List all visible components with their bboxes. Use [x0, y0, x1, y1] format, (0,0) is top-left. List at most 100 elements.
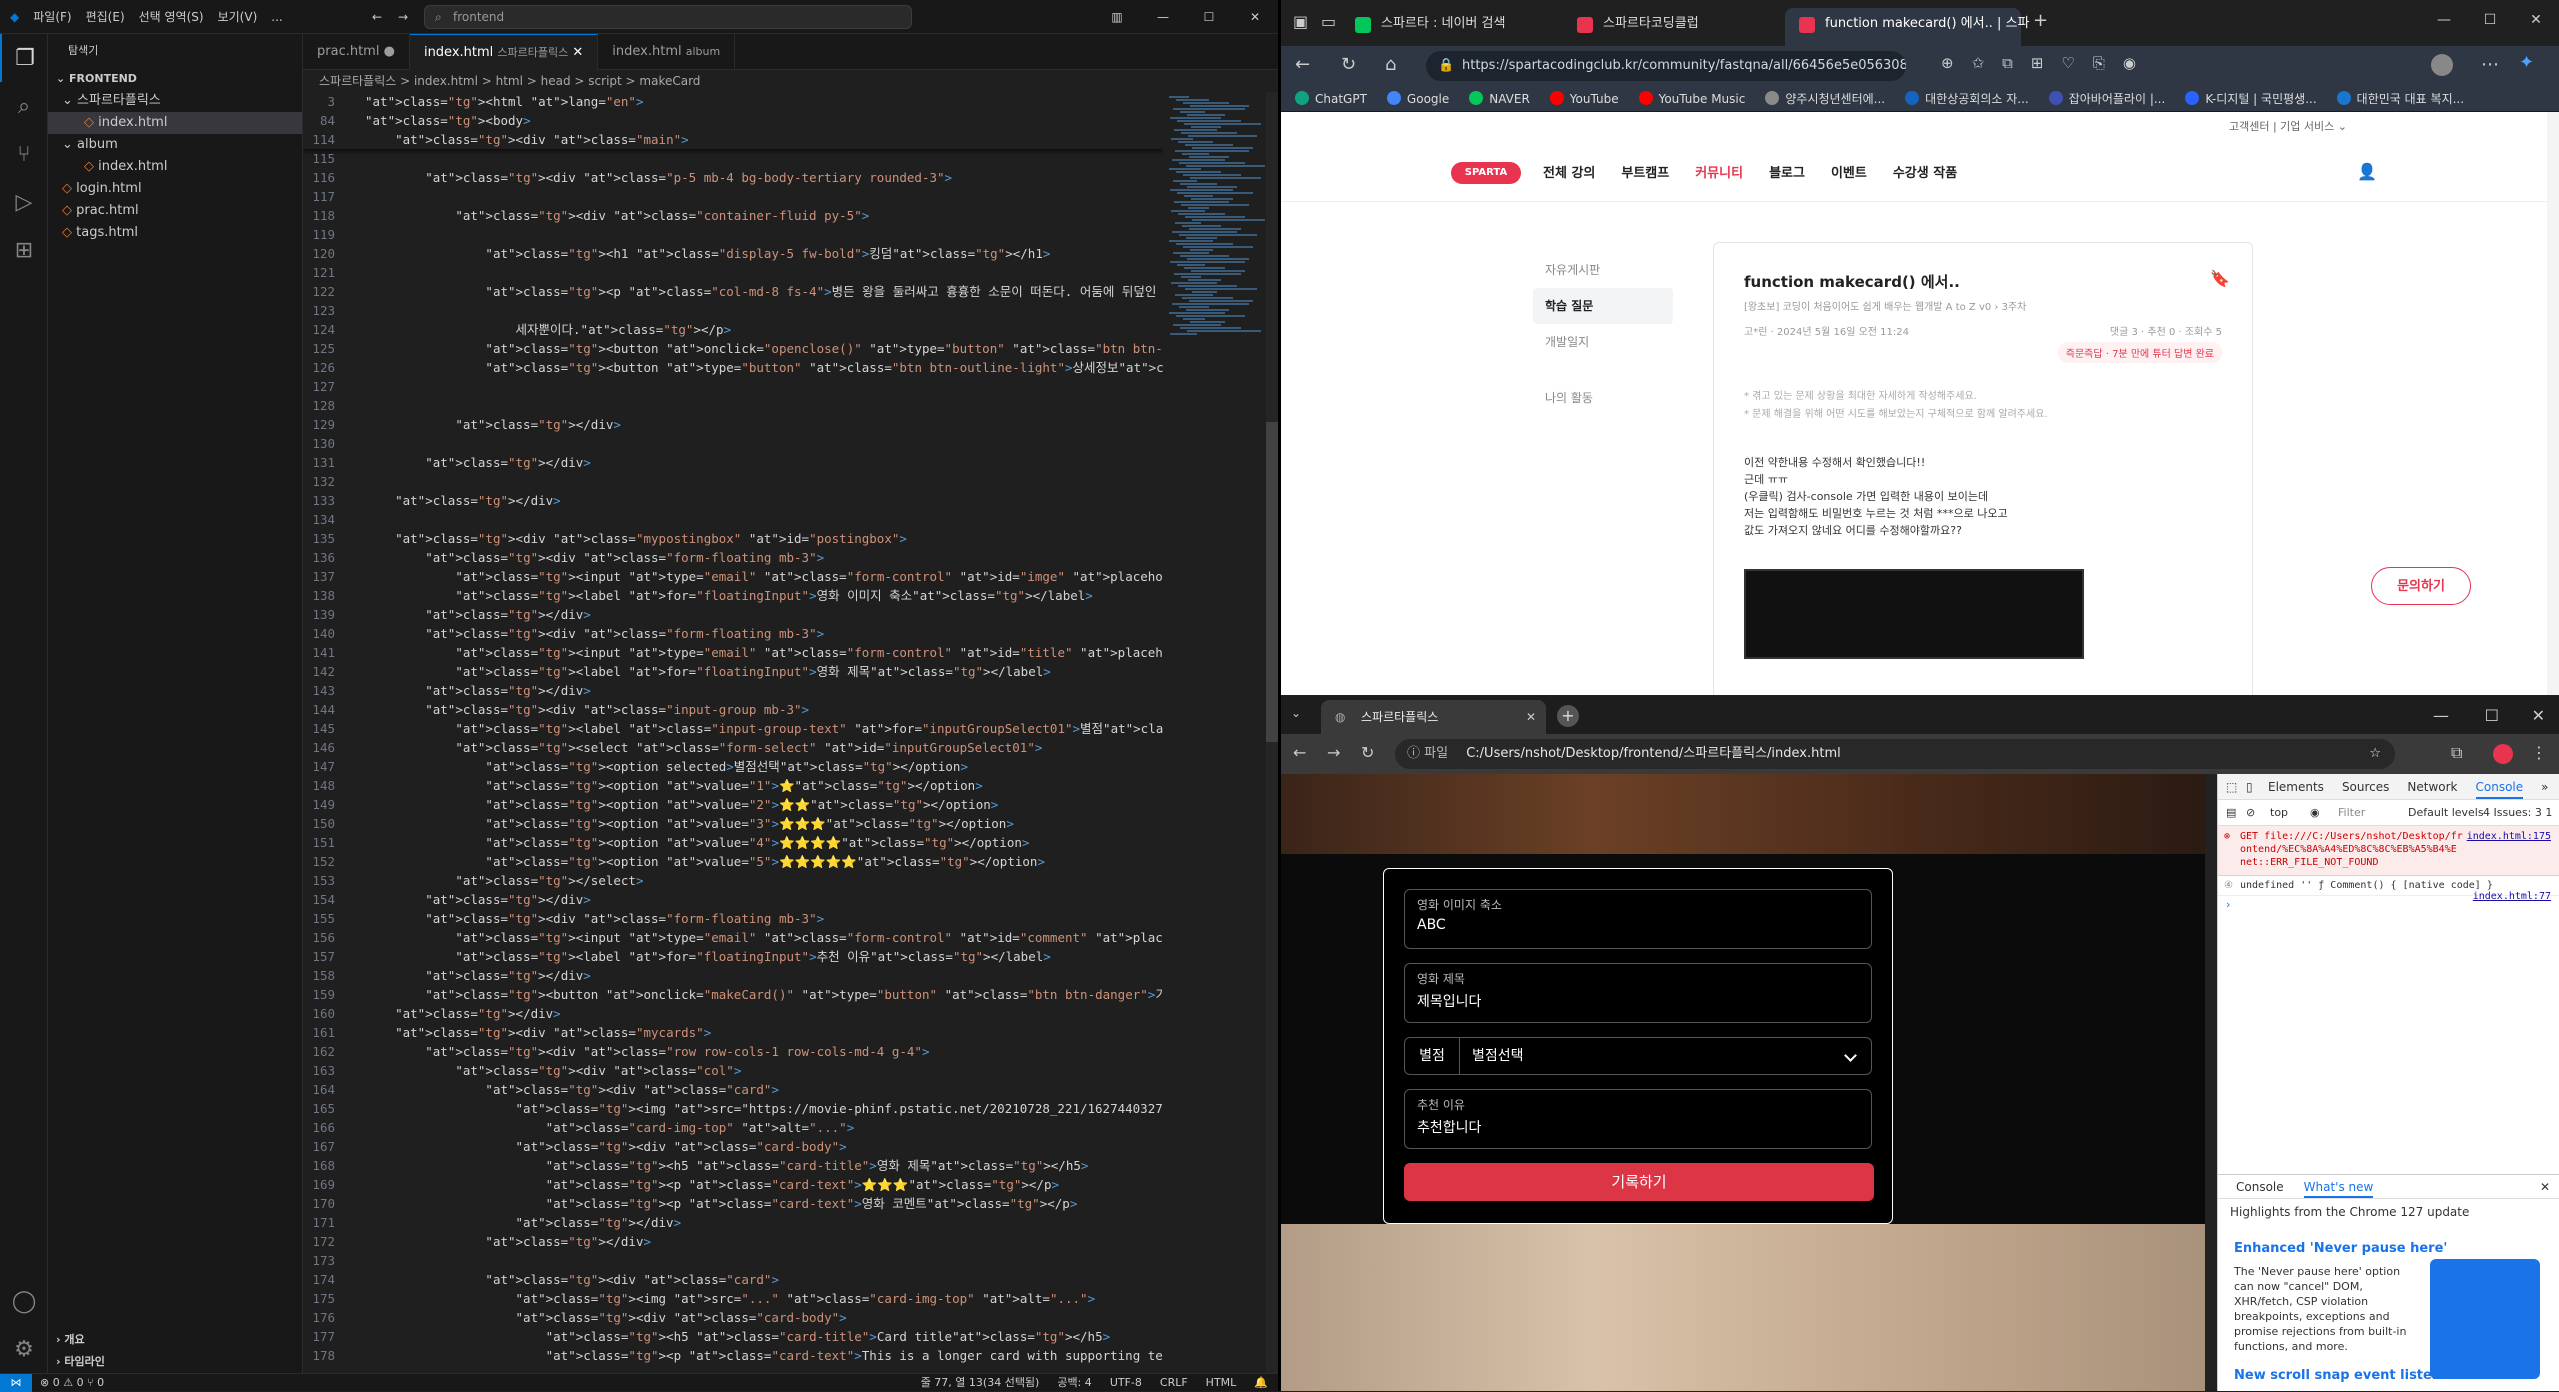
favorite-item[interactable]: ChatGPT: [1295, 91, 1367, 106]
edge-address-bar[interactable]: 🔒 https://spartacodingclub.kr/community/f…: [1426, 51, 1906, 81]
tree-file-index-html[interactable]: ◇ index.html: [48, 112, 302, 134]
layout-icon[interactable]: ▥: [1094, 0, 1140, 34]
line-ending[interactable]: CRLF: [1160, 1374, 1188, 1392]
close-icon[interactable]: ✕: [1232, 0, 1278, 34]
code-line[interactable]: 132: [303, 472, 1163, 491]
tree-folder-album[interactable]: ⌄ album: [48, 134, 302, 156]
account-icon[interactable]: ◯: [0, 1277, 48, 1325]
nav-forward-icon[interactable]: →: [398, 10, 408, 24]
extensions-icon[interactable]: ⊞: [0, 226, 48, 274]
post-screenshot-image[interactable]: [1744, 569, 2084, 659]
favorite-item[interactable]: YouTube Music: [1638, 91, 1745, 106]
drawer-tab-console[interactable]: Console: [2236, 1175, 2284, 1198]
nav-community[interactable]: 커뮤니티: [1695, 162, 1743, 181]
code-line[interactable]: 178 "at">class="tg"><p "at">class="card-…: [303, 1346, 1163, 1365]
tree-file-prac[interactable]: ◇ prac.html: [48, 200, 302, 222]
new-tab-icon[interactable]: +: [1557, 705, 1579, 727]
bell-icon[interactable]: 🔔: [1254, 1374, 1268, 1392]
minimize-icon[interactable]: —: [1140, 0, 1186, 34]
code-line[interactable]: 130: [303, 434, 1163, 453]
source-control-icon[interactable]: ⑂: [0, 130, 48, 178]
code-line[interactable]: 135 "at">class="tg"><div "at">class="myp…: [303, 529, 1163, 548]
code-editor[interactable]: 3 "at">class="tg"><html "at">lang="en"> 84…: [303, 92, 1163, 1373]
remote-icon[interactable]: ⋈: [0, 1374, 32, 1392]
tree-file-login[interactable]: ◇ login.html: [48, 178, 302, 200]
favorite-item[interactable]: 양주시청년센터에...: [1765, 90, 1885, 107]
context-select[interactable]: top: [2270, 800, 2288, 826]
settings-more-icon[interactable]: ⋯: [2481, 54, 2499, 75]
code-line[interactable]: 84 "at">class="tg"><body>: [303, 111, 1163, 130]
code-line[interactable]: 133 "at">class="tg"></div>: [303, 491, 1163, 510]
rating-select[interactable]: 별점선택: [1460, 1037, 1872, 1075]
eye-icon[interactable]: ◉: [2310, 800, 2320, 826]
sidebar-item-qna[interactable]: 학습 질문: [1533, 288, 1673, 324]
sidebar-item-my-activity[interactable]: 나의 활동: [1533, 380, 1673, 416]
tab-close-icon[interactable]: ✕: [572, 45, 583, 60]
post-course[interactable]: [왕초보] 코딩이 처음이어도 쉽게 배우는 웹개발 A to Z v0 › 3…: [1744, 298, 2222, 313]
drawer-tab-whats-new[interactable]: What's new: [2303, 1175, 2374, 1198]
code-line[interactable]: 174 "at">class="tg"><div "at">class="car…: [303, 1270, 1163, 1289]
code-line[interactable]: 145 "at">class="tg"><label "at">class="i…: [303, 719, 1163, 738]
device-toggle-icon[interactable]: ▯: [2246, 774, 2253, 800]
code-line[interactable]: 165 "at">class="tg"><img "at">src="https…: [303, 1099, 1163, 1118]
code-line[interactable]: 114 "at">class="tg"><div "at">class="mai…: [303, 130, 1163, 149]
explorer-icon[interactable]: ❐: [0, 34, 48, 82]
indentation[interactable]: 공백: 4: [1057, 1374, 1091, 1392]
back-icon[interactable]: ←: [1293, 743, 1306, 762]
viewport-scrollbar[interactable]: [2205, 774, 2217, 1391]
tab-network[interactable]: Network: [2407, 774, 2457, 799]
workspaces-icon[interactable]: ▣: [1293, 12, 1308, 31]
nav-event[interactable]: 이벤트: [1831, 162, 1867, 181]
drawer-close-icon[interactable]: ✕: [2540, 1175, 2550, 1199]
favorite-item[interactable]: 대한민국 대표 복지...: [2336, 90, 2464, 107]
menu-view[interactable]: 보기(V): [218, 8, 258, 25]
tree-file-tags[interactable]: ◇ tags.html: [48, 222, 302, 244]
reload-icon[interactable]: ↻: [1361, 743, 1374, 762]
favorite-item[interactable]: 대한상공회의소 자...: [1905, 90, 2029, 107]
tab-sources[interactable]: Sources: [2342, 774, 2389, 799]
unsaved-dot-icon[interactable]: ●: [384, 44, 395, 59]
toolbar-extensions-icon[interactable]: ⊕✩⧉⊞♡⎘◉: [1941, 54, 2154, 72]
command-search-input[interactable]: ⌕ frontend: [424, 5, 912, 29]
page-scrollbar[interactable]: [2547, 112, 2559, 695]
code-line[interactable]: 168 "at">class="tg"><h5 "at">class="card…: [303, 1156, 1163, 1175]
nav-blog[interactable]: 블로그: [1769, 162, 1805, 181]
extensions-icon[interactable]: ⧉: [2451, 743, 2462, 763]
code-line[interactable]: 160 "at">class="tg"></div>: [303, 1004, 1163, 1023]
code-line[interactable]: 164 "at">class="tg"><div "at">class="car…: [303, 1080, 1163, 1099]
code-line[interactable]: 124 세자뿐이다."at">class="tg"></p>: [303, 320, 1163, 339]
code-line[interactable]: 129 "at">class="tg"></div>: [303, 415, 1163, 434]
code-line[interactable]: 175 "at">class="tg"><img "at">src="..." …: [303, 1289, 1163, 1308]
top-links[interactable]: 고객센터 | 기업 서비스 ⌄: [1281, 112, 2547, 142]
code-line[interactable]: 172 "at">class="tg"></div>: [303, 1232, 1163, 1251]
tab-index-html-album[interactable]: index.html album: [598, 34, 736, 70]
close-icon[interactable]: ✕: [2513, 0, 2559, 40]
editor-scrollbar[interactable]: [1266, 92, 1278, 1373]
sparta-logo[interactable]: SPARTA coding club: [1451, 162, 1521, 200]
code-line[interactable]: 176 "at">class="tg"><div "at">class="car…: [303, 1308, 1163, 1327]
code-line[interactable]: 170 "at">class="tg"><p "at">class="card-…: [303, 1194, 1163, 1213]
scroll-thumb[interactable]: [1266, 422, 1278, 742]
code-line[interactable]: 140 "at">class="tg"><div "at">class="for…: [303, 624, 1163, 643]
outline-section[interactable]: › 개요: [48, 1329, 302, 1351]
code-line[interactable]: 119: [303, 225, 1163, 244]
filter-input[interactable]: Filter: [2338, 800, 2365, 826]
code-line[interactable]: 3 "at">class="tg"><html "at">lang="en">: [303, 92, 1163, 111]
code-line[interactable]: 141 "at">class="tg"><input "at">type="em…: [303, 643, 1163, 662]
code-line[interactable]: 156 "at">class="tg"><input "at">type="em…: [303, 928, 1163, 947]
code-line[interactable]: 167 "at">class="tg"><div "at">class="car…: [303, 1137, 1163, 1156]
menu-file[interactable]: 파일(F): [33, 8, 71, 25]
error-source-link[interactable]: index.html:175: [2467, 830, 2551, 843]
maximize-icon[interactable]: ☐: [1186, 0, 1232, 34]
comment-field[interactable]: 추천 이유 추천합니다: [1404, 1089, 1872, 1149]
nav-all-courses[interactable]: 전체 강의: [1543, 162, 1595, 181]
menu-more[interactable]: ...: [271, 10, 282, 24]
code-line[interactable]: 127: [303, 377, 1163, 396]
nav-back-icon[interactable]: ←: [372, 10, 382, 24]
news-title-1[interactable]: Enhanced 'Never pause here': [2218, 1225, 2559, 1260]
run-debug-icon[interactable]: ▷: [0, 178, 48, 226]
refresh-icon[interactable]: ↻: [1341, 54, 1356, 75]
more-tabs-icon[interactable]: »: [2541, 774, 2548, 799]
menu-edit[interactable]: 편집(E): [86, 8, 125, 25]
breadcrumb[interactable]: 스파르타플릭스 > index.html > html > head > scr…: [303, 70, 1278, 92]
